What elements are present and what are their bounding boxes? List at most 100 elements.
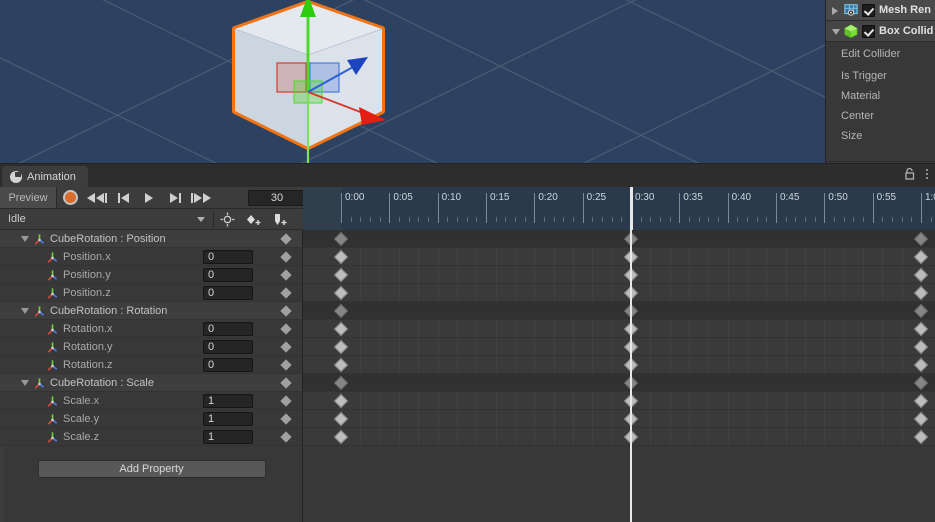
tab-animation[interactable]: Animation xyxy=(2,166,88,187)
property-row[interactable]: Rotation.z 0 xyxy=(0,356,302,374)
playhead-handle[interactable] xyxy=(629,187,633,230)
keyframe-toggle-icon[interactable] xyxy=(280,359,292,371)
keyframe-toggle-icon[interactable] xyxy=(280,395,292,407)
inspector-component-box-collider[interactable]: Box Collid xyxy=(826,21,935,42)
keyframe-toggle-icon[interactable] xyxy=(280,251,292,263)
inspector-field-material[interactable]: Material xyxy=(826,86,935,106)
property-value-input[interactable]: 0 xyxy=(203,286,253,300)
keyframe[interactable] xyxy=(913,375,929,391)
selected-cube[interactable] xyxy=(205,0,420,163)
property-row[interactable]: Position.y 0 xyxy=(0,266,302,284)
play-button[interactable] xyxy=(136,187,162,208)
keyframe-toggle-icon[interactable] xyxy=(280,431,292,443)
inspector-field-size[interactable]: Size xyxy=(826,126,935,146)
keyframe-toggle-icon[interactable] xyxy=(280,377,292,389)
first-frame-button[interactable] xyxy=(84,187,110,208)
dope-sheet-row[interactable] xyxy=(303,284,935,302)
property-value-input[interactable]: 0 xyxy=(203,268,253,282)
property-row[interactable]: Position.x 0 xyxy=(0,248,302,266)
lock-icon[interactable] xyxy=(904,167,915,180)
keyframe[interactable] xyxy=(913,429,929,445)
inspector-field-is-trigger[interactable]: Is Trigger xyxy=(826,66,935,86)
inspector-panel[interactable]: Mesh Ren Box Collid Edit Collider Is Tri… xyxy=(825,0,935,163)
property-row[interactable]: Scale.x 1 xyxy=(0,392,302,410)
keyframe[interactable] xyxy=(913,357,929,373)
dope-sheet-empty-area[interactable] xyxy=(303,464,935,522)
keyframe[interactable] xyxy=(333,321,349,337)
keyframe-toggle-icon[interactable] xyxy=(280,341,292,353)
dope-sheet-row[interactable] xyxy=(303,266,935,284)
keyframe[interactable] xyxy=(913,411,929,427)
add-event-button[interactable] xyxy=(266,209,292,230)
dope-sheet-row[interactable] xyxy=(303,428,935,446)
keyframe-toggle-icon[interactable] xyxy=(280,233,292,245)
keyframe[interactable] xyxy=(913,249,929,265)
previous-frame-button[interactable] xyxy=(110,187,136,208)
inspector-field-center[interactable]: Center xyxy=(826,106,935,126)
timeline-ruler[interactable]: 0:00 0:05 0:10 0:15 0:20 0:25 0:30 0:35 0:40 0:45… xyxy=(303,187,935,230)
keyframe-toggle-icon[interactable] xyxy=(280,413,292,425)
keyframe[interactable] xyxy=(333,267,349,283)
clip-selector[interactable]: Idle xyxy=(0,209,213,230)
dope-sheet-row[interactable] xyxy=(303,302,935,320)
dope-sheet-row[interactable] xyxy=(303,374,935,392)
dope-sheet-row[interactable] xyxy=(303,356,935,374)
scene-view[interactable] xyxy=(0,0,935,163)
chevron-down-icon[interactable] xyxy=(21,380,29,386)
keyframe[interactable] xyxy=(333,411,349,427)
keyframe[interactable] xyxy=(913,393,929,409)
keyframe[interactable] xyxy=(333,357,349,373)
property-value-input[interactable]: 0 xyxy=(203,358,253,372)
keyframe-toggle-icon[interactable] xyxy=(280,323,292,335)
property-row[interactable]: Scale.z 1 xyxy=(0,428,302,446)
inspector-component-mesh-renderer[interactable]: Mesh Ren xyxy=(826,0,935,21)
dope-sheet-row[interactable] xyxy=(303,248,935,266)
dope-sheet-row[interactable] xyxy=(303,392,935,410)
preview-button[interactable]: Preview xyxy=(0,187,57,208)
dope-sheet-row[interactable] xyxy=(303,230,935,248)
box-collider-enabled-checkbox[interactable] xyxy=(862,24,875,38)
add-property-button[interactable]: Add Property xyxy=(37,460,266,478)
last-frame-button[interactable] xyxy=(188,187,214,208)
keyframe[interactable] xyxy=(333,375,349,391)
keyframe[interactable] xyxy=(913,267,929,283)
property-value-input[interactable]: 1 xyxy=(203,430,253,444)
kebab-menu-icon[interactable] xyxy=(923,168,931,180)
next-frame-button[interactable] xyxy=(162,187,188,208)
keyframe[interactable] xyxy=(333,429,349,445)
keyframe[interactable] xyxy=(913,339,929,355)
keyframe[interactable] xyxy=(333,339,349,355)
mesh-renderer-enabled-checkbox[interactable] xyxy=(862,3,875,17)
current-frame-input[interactable]: 30 xyxy=(248,190,306,206)
animation-property-list[interactable]: CubeRotation : Position Position.x 0 Posi… xyxy=(0,230,303,522)
property-group-row[interactable]: CubeRotation : Position xyxy=(0,230,302,248)
chevron-down-icon[interactable] xyxy=(831,27,840,36)
keyframe[interactable] xyxy=(333,303,349,319)
property-row[interactable]: Scale.y 1 xyxy=(0,410,302,428)
property-value-input[interactable]: 1 xyxy=(203,412,253,426)
property-row[interactable]: Rotation.y 0 xyxy=(0,338,302,356)
dope-sheet-row[interactable] xyxy=(303,410,935,428)
property-row[interactable]: Position.z 0 xyxy=(0,284,302,302)
dope-sheet-row[interactable] xyxy=(303,320,935,338)
property-value-input[interactable]: 0 xyxy=(203,340,253,354)
inspector-field-edit-collider[interactable]: Edit Collider xyxy=(826,44,935,64)
keyframe[interactable] xyxy=(913,231,929,247)
keyframe-toggle-icon[interactable] xyxy=(280,287,292,299)
record-button[interactable] xyxy=(57,187,84,208)
keyframe[interactable] xyxy=(333,285,349,301)
playhead-line[interactable] xyxy=(629,230,632,522)
property-group-row[interactable]: CubeRotation : Rotation xyxy=(0,302,302,320)
keyframe-toggle-icon[interactable] xyxy=(280,269,292,281)
keyframe[interactable] xyxy=(333,249,349,265)
dope-sheet-row[interactable] xyxy=(303,338,935,356)
keyframe[interactable] xyxy=(333,393,349,409)
filter-by-selection-button[interactable] xyxy=(214,209,240,230)
add-keyframe-button[interactable] xyxy=(240,209,266,230)
chevron-down-icon[interactable] xyxy=(21,308,29,314)
dope-sheet[interactable] xyxy=(303,230,935,522)
property-row[interactable]: Rotation.x 0 xyxy=(0,320,302,338)
property-value-input[interactable]: 1 xyxy=(203,394,253,408)
keyframe-toggle-icon[interactable] xyxy=(280,305,292,317)
keyframe[interactable] xyxy=(913,285,929,301)
